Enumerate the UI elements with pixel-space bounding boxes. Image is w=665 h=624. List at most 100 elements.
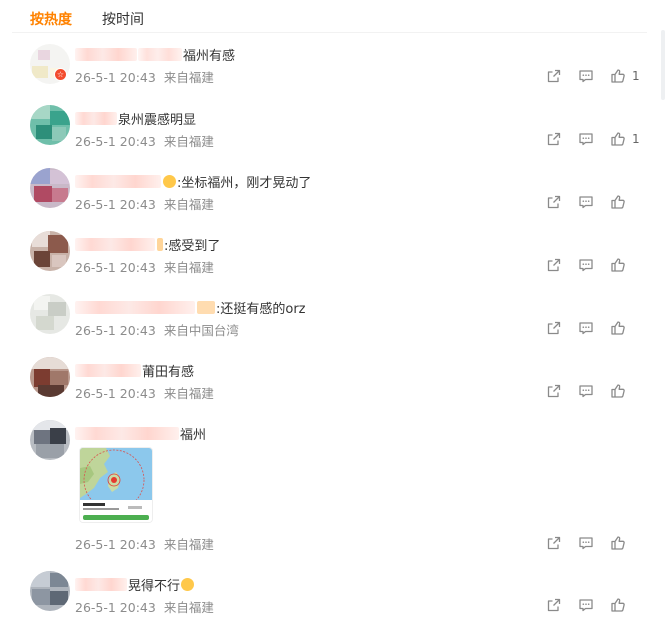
comment-meta: 26-5-1 20:43 来自福建 — [75, 257, 214, 276]
username-blurred[interactable] — [75, 301, 195, 314]
avatar[interactable] — [30, 571, 70, 611]
thumbs-up-icon[interactable] — [610, 383, 626, 399]
emoji-icon — [163, 175, 176, 188]
tab-sort-by-time[interactable]: 按时间 — [102, 9, 144, 29]
comment-icon[interactable] — [578, 320, 594, 336]
like-control[interactable] — [610, 320, 640, 336]
username-blurred[interactable] — [75, 48, 137, 61]
comment-text: :坐标福州，刚才晃动了 — [177, 176, 312, 191]
comment-location: 来自福建 — [163, 134, 214, 149]
comment-icon[interactable] — [578, 131, 594, 147]
divider — [12, 32, 647, 33]
comment-text: 福州 — [180, 428, 207, 443]
comment-meta: 26-5-1 20:43 来自福建 — [75, 597, 214, 616]
avatar[interactable] — [30, 168, 70, 208]
comment-icon[interactable] — [578, 383, 594, 399]
comment-meta: 26-5-1 20:43 来自福建 — [75, 131, 214, 150]
sort-tabs: 按热度 按时间 — [30, 9, 144, 29]
thumbs-up-icon[interactable] — [610, 194, 626, 210]
username-blurred[interactable] — [75, 578, 127, 591]
thumbs-up-icon[interactable] — [610, 597, 626, 613]
comment-date: 26-5-1 20:43 — [75, 134, 156, 149]
username-blurred[interactable] — [75, 364, 141, 377]
like-control[interactable] — [610, 194, 640, 210]
comment-location: 来自福建 — [163, 197, 214, 212]
like-control[interactable] — [610, 597, 640, 613]
comment-text: 莆田有感 — [142, 365, 195, 380]
comment-meta: 26-5-1 20:43 来自福建 — [75, 534, 214, 553]
share-icon[interactable] — [546, 383, 562, 399]
comment-location: 来自福建 — [163, 537, 214, 552]
comment-icon[interactable] — [578, 257, 594, 273]
comment-content: 泉州震感明显 — [75, 109, 196, 128]
emoji-icon — [181, 578, 195, 591]
thumbs-up-icon[interactable] — [610, 131, 626, 147]
avatar[interactable] — [30, 357, 70, 397]
like-control[interactable]: 1 — [610, 131, 640, 147]
username-blurred[interactable] — [75, 112, 117, 125]
avatar[interactable] — [30, 420, 70, 460]
like-control[interactable]: 1 — [610, 68, 640, 84]
thumbs-up-icon[interactable] — [610, 68, 626, 84]
comment-actions: 1 — [530, 68, 640, 84]
comment-actions — [530, 194, 640, 210]
comment-date: 26-5-1 20:43 — [75, 537, 156, 552]
comment-meta: 26-5-1 20:43 来自中国台湾 — [75, 320, 239, 339]
comment-meta: 26-5-1 20:43 来自福建 — [75, 194, 214, 213]
comment-meta: 26-5-1 20:43 来自福建 — [75, 67, 214, 86]
comment-icon[interactable] — [578, 597, 594, 613]
comment-location: 来自福建 — [163, 260, 214, 275]
comment-icon[interactable] — [578, 68, 594, 84]
earthquake-map-image — [80, 448, 152, 522]
like-control[interactable] — [610, 257, 640, 273]
like-count: 1 — [632, 132, 640, 146]
share-icon[interactable] — [546, 131, 562, 147]
comment-date: 26-5-1 20:43 — [75, 323, 156, 338]
comment-date: 26-5-1 20:43 — [75, 197, 156, 212]
like-count: 1 — [632, 69, 640, 83]
comment-content: 福州 — [75, 424, 206, 443]
scrollbar[interactable] — [661, 30, 665, 100]
comment-text: :感受到了 — [164, 239, 221, 254]
tab-sort-by-hot[interactable]: 按热度 — [30, 9, 72, 29]
comment-panel: 按热度 按时间 ☆ 福州有感 26-5-1 20:43 来自福建 1 泉州震感明… — [0, 0, 665, 624]
comment-date: 26-5-1 20:43 — [75, 600, 156, 615]
comment-actions — [530, 383, 640, 399]
avatar[interactable] — [30, 105, 70, 145]
comment-date: 26-5-1 20:43 — [75, 386, 156, 401]
comment-actions — [530, 597, 640, 613]
avatar[interactable] — [30, 231, 70, 271]
comment-content: :还挺有感的orz — [75, 298, 306, 317]
thumbs-up-icon[interactable] — [610, 257, 626, 273]
comment-actions — [530, 535, 640, 551]
verified-badge-icon: ☆ — [54, 68, 67, 81]
comment-location: 来自福建 — [163, 386, 214, 401]
comment-icon[interactable] — [578, 194, 594, 210]
comment-date: 26-5-1 20:43 — [75, 260, 156, 275]
share-icon[interactable] — [546, 257, 562, 273]
share-icon[interactable] — [546, 320, 562, 336]
comment-icon[interactable] — [578, 535, 594, 551]
comment-content: 晃得不行 — [75, 575, 195, 594]
like-control[interactable] — [610, 383, 640, 399]
comment-content: 莆田有感 — [75, 361, 194, 380]
comment-meta: 26-5-1 20:43 来自福建 — [75, 383, 214, 402]
share-icon[interactable] — [546, 68, 562, 84]
comment-image-thumbnail[interactable] — [79, 447, 153, 523]
username-blurred[interactable] — [75, 427, 179, 440]
username-blurred[interactable] — [138, 48, 182, 61]
thumbs-up-icon[interactable] — [610, 535, 626, 551]
like-control[interactable] — [610, 535, 640, 551]
share-icon[interactable] — [546, 535, 562, 551]
avatar[interactable] — [30, 294, 70, 334]
comment-text: 泉州震感明显 — [118, 113, 197, 128]
share-icon[interactable] — [546, 597, 562, 613]
comment-content: 福州有感 — [75, 45, 235, 64]
share-icon[interactable] — [546, 194, 562, 210]
comment-text: 晃得不行 — [128, 579, 181, 594]
emoji-icon — [197, 301, 215, 314]
username-blurred[interactable] — [75, 175, 161, 188]
emoji-icon — [157, 238, 163, 251]
thumbs-up-icon[interactable] — [610, 320, 626, 336]
username-blurred[interactable] — [75, 238, 155, 251]
